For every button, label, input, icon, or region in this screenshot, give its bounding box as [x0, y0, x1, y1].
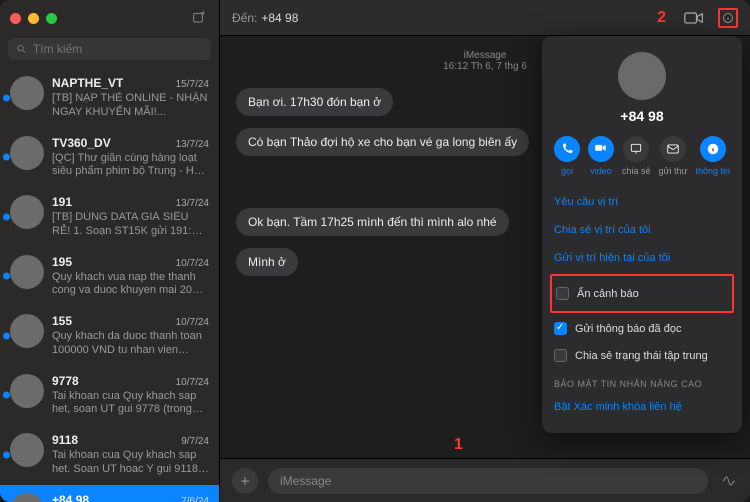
conversation-name: 9778	[52, 374, 79, 388]
conversation-preview: Quy khach vua nap the thanh cong va duoc…	[52, 271, 209, 299]
avatar	[10, 493, 44, 502]
conversation-item[interactable]: NAPTHE_VT 15/7/24 [TB] NẠP THẺ ONLINE - NH…	[0, 68, 219, 128]
security-section-label: BẢO MẬT TIN NHẮN NÂNG CAO	[554, 379, 730, 389]
message-bubble[interactable]: Ok bạn. Tầm 17h25 mình đến thì mình alo …	[236, 208, 509, 236]
phone-icon	[554, 136, 580, 162]
avatar	[10, 76, 44, 110]
unread-dot-icon	[3, 154, 10, 161]
conversation-item[interactable]: 155 10/7/24 Quy khach da duoc thanh toan 1…	[0, 306, 219, 366]
unread-dot-icon	[3, 332, 10, 339]
conversation-name: NAPTHE_VT	[52, 76, 123, 90]
message-input[interactable]: iMessage	[268, 468, 708, 494]
conversation-name: 195	[52, 255, 72, 269]
conversation-name: 155	[52, 314, 72, 328]
conversation-name: TV360_DV	[52, 136, 111, 150]
add-attachment-button[interactable]	[232, 468, 258, 494]
conversation-preview: [TB] NẠP THẺ ONLINE - NHẬN NGAY KHUYẾN M…	[52, 92, 209, 120]
message-bubble[interactable]: Mình ở	[236, 248, 298, 276]
conversation-date: 13/7/24	[176, 139, 209, 150]
action-share[interactable]: chia sẻ	[622, 136, 651, 176]
conversation-name: 191	[52, 195, 72, 209]
facetime-video-icon[interactable]	[684, 8, 704, 28]
message-bubble[interactable]: Bạn ơi. 17h30 đón bạn ở	[236, 88, 393, 116]
conversation-preview: Tai khoan cua Quy khach sap het. Soan UT…	[52, 449, 209, 477]
search-bar[interactable]	[8, 38, 211, 60]
minimize-window-icon[interactable]	[28, 13, 39, 24]
conversation-date: 7/6/24	[181, 496, 209, 502]
annotation-2: 2	[657, 9, 666, 27]
contact-name: +84 98	[554, 108, 730, 124]
avatar	[10, 433, 44, 467]
conversation-name: 9118	[52, 433, 78, 447]
hide-alerts-row[interactable]: Ẩn cảnh báo 3	[550, 274, 734, 313]
search-input[interactable]	[33, 42, 203, 56]
info-icon[interactable]	[718, 8, 738, 28]
share-icon	[623, 136, 649, 162]
conversation-header: Đến: +84 98 2	[220, 0, 750, 36]
unread-dot-icon	[3, 213, 10, 220]
video-icon	[588, 136, 614, 162]
compose-icon[interactable]	[189, 8, 209, 28]
avatar	[10, 136, 44, 170]
conversation-preview: [QC] Thư giãn cùng hàng loạt siêu phẩm p…	[52, 152, 209, 180]
action-info[interactable]: thông tin	[695, 136, 730, 176]
voice-memo-icon[interactable]	[718, 471, 738, 491]
mail-icon	[660, 136, 686, 162]
search-icon	[16, 43, 27, 55]
unread-dot-icon	[3, 273, 10, 280]
conversation-preview: [TB] DÙNG DATA GIÁ SIÊU RẺ! 1. Soạn ST15…	[52, 211, 209, 239]
composer: iMessage	[220, 458, 750, 502]
contact-actions: gọi video chia sẻgửi thư thông tin	[554, 136, 730, 176]
read-receipt-checkbox[interactable]	[554, 322, 567, 335]
focus-share-checkbox[interactable]	[554, 349, 567, 362]
action-video[interactable]: video	[588, 136, 614, 176]
titlebar	[0, 0, 219, 36]
action-mail[interactable]: gửi thư	[658, 136, 687, 176]
to-value: +84 98	[261, 11, 298, 25]
avatar	[10, 314, 44, 348]
annotation-1: 1	[454, 436, 463, 454]
conversation-date: 10/7/24	[176, 258, 209, 269]
unread-dot-icon	[3, 451, 10, 458]
details-panel: +84 98 gọi video chia sẻgửi thư thông tin Y…	[542, 36, 742, 433]
conversation-date: 15/7/24	[176, 79, 209, 90]
conversation-item[interactable]: +84 987/6/24+84 98 đã yêu thích "Vâng ạ"	[0, 485, 219, 502]
conversation-preview: Tai khoan cua Quy khach sap het, soan UT…	[52, 390, 209, 418]
conversation-item[interactable]: 195 10/7/24 Quy khach vua nap the thanh co…	[0, 247, 219, 307]
to-label: Đến:	[232, 11, 257, 25]
conversation-item[interactable]: 9118 9/7/24 Tai khoan cua Quy khach sap he…	[0, 425, 219, 485]
conversation-date: 13/7/24	[176, 198, 209, 209]
avatar	[10, 255, 44, 289]
conversation-name: +84 98	[52, 493, 89, 502]
unread-dot-icon	[3, 392, 10, 399]
conversation-item[interactable]: 9778 10/7/24 Tai khoan cua Quy khach sap h…	[0, 366, 219, 426]
contact-avatar[interactable]	[618, 52, 666, 100]
verify-key-link[interactable]: Bật Xác minh khóa liên hệ	[554, 393, 730, 421]
conversation-list: NAPTHE_VT 15/7/24 [TB] NẠP THẺ ONLINE - NH…	[0, 68, 219, 502]
read-receipt-row[interactable]: Gửi thông báo đã đọc	[554, 315, 730, 342]
info-icon	[700, 136, 726, 162]
sidebar: NAPTHE_VT 15/7/24 [TB] NẠP THẺ ONLINE - NH…	[0, 0, 220, 502]
conversation-date: 10/7/24	[176, 317, 209, 328]
focus-share-row[interactable]: Chia sẻ trạng thái tập trung	[554, 342, 730, 369]
unread-dot-icon	[3, 94, 10, 101]
conversation-item[interactable]: 191 13/7/24 [TB] DÙNG DATA GIÁ SIÊU RẺ! 1.…	[0, 187, 219, 247]
main: Đến: +84 98 2 iMessage 16:12 Th 6, 7 thg…	[220, 0, 750, 502]
location-link[interactable]: Gửi vị trí hiện tại của tôi	[554, 244, 730, 272]
maximize-window-icon[interactable]	[46, 13, 57, 24]
message-bubble[interactable]: Có bạn Thảo đợi hộ xe cho bạn vé ga long…	[236, 128, 529, 156]
conversation-date: 10/7/24	[176, 377, 209, 388]
avatar	[10, 195, 44, 229]
avatar	[10, 374, 44, 408]
location-link[interactable]: Chia sẻ vị trí của tôi	[554, 216, 730, 244]
location-link[interactable]: Yêu cầu vị trí	[554, 188, 730, 216]
action-phone[interactable]: gọi	[554, 136, 580, 176]
close-window-icon[interactable]	[10, 13, 21, 24]
conversation-preview: Quy khach da duoc thanh toan 100000 VND …	[52, 330, 209, 358]
conversation-item[interactable]: TV360_DV 13/7/24 [QC] Thư giãn cùng hàng l…	[0, 128, 219, 188]
hide-alerts-checkbox[interactable]	[556, 287, 569, 300]
conversation-date: 9/7/24	[181, 436, 209, 447]
